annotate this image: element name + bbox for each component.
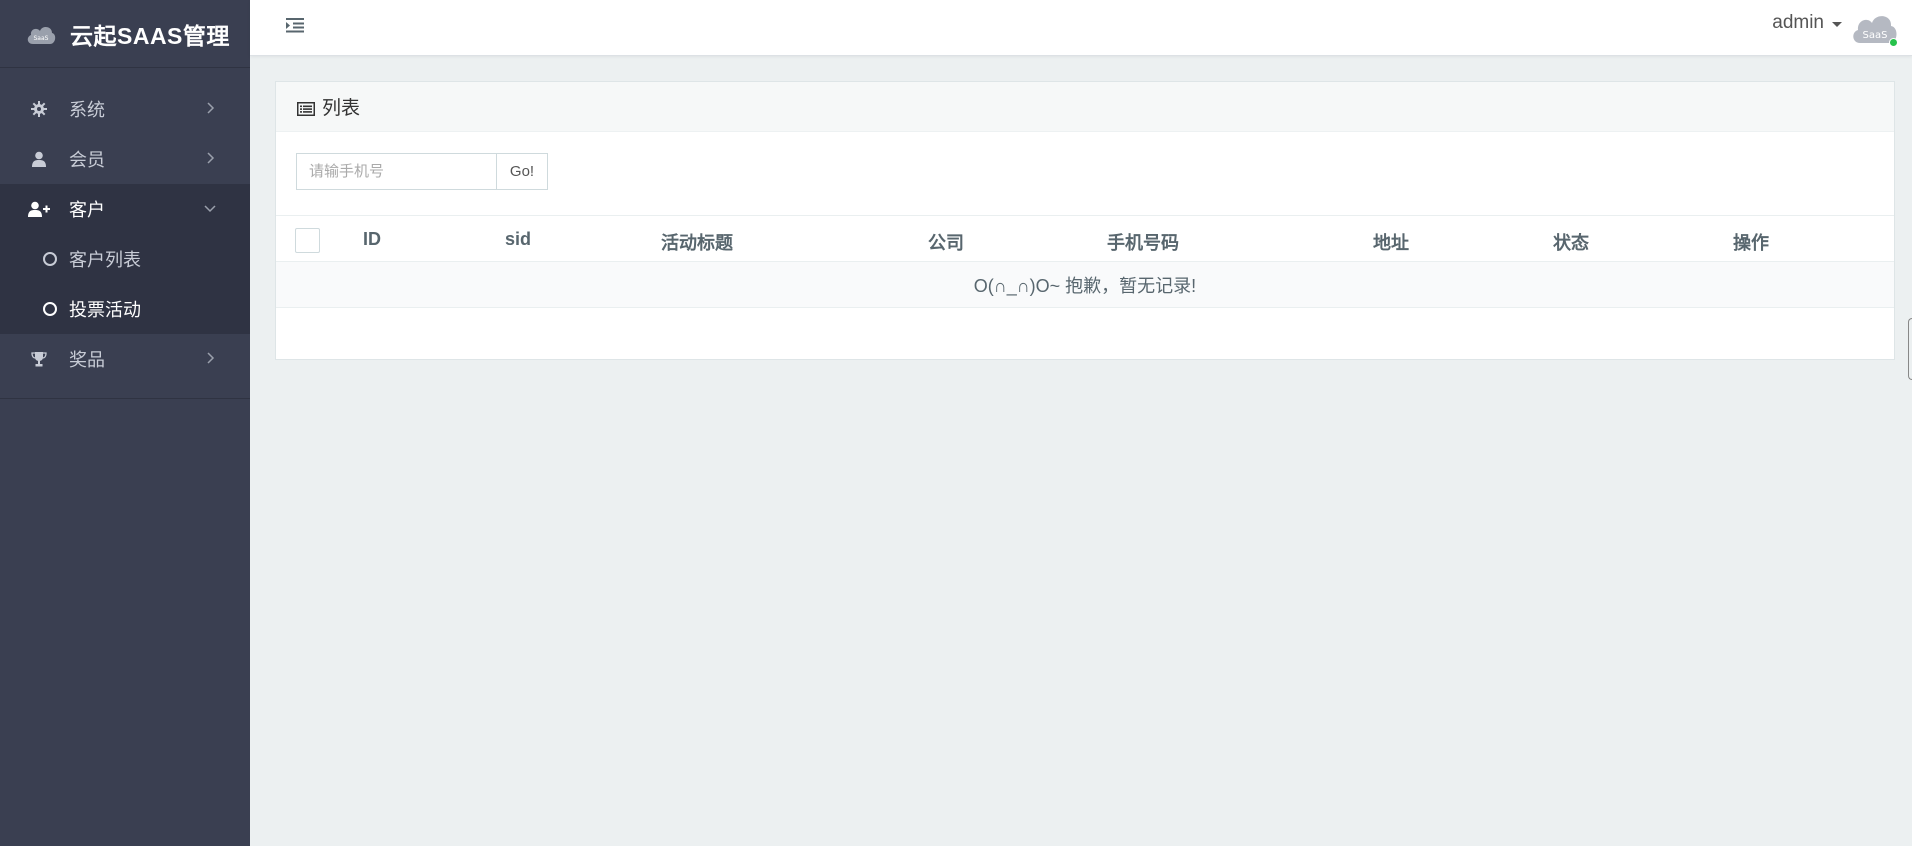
phone-search-input[interactable] bbox=[296, 153, 496, 190]
sidebar-item-prize[interactable]: 奖品 bbox=[0, 334, 250, 384]
table-header: ID sid 活动标题 公司 手机号码 地址 状态 操作 bbox=[276, 215, 1894, 262]
list-alt-icon bbox=[297, 100, 315, 116]
sidebar-menu: 系统 会员 客户 客户列表 投票活动 奖品 bbox=[0, 84, 250, 399]
caret-down-icon bbox=[1832, 21, 1842, 27]
app-title: 云起SAAS管理 bbox=[70, 22, 230, 49]
avatar[interactable]: SaaS bbox=[1850, 5, 1900, 47]
divider bbox=[0, 398, 250, 399]
go-button[interactable]: Go! bbox=[496, 153, 548, 190]
column-header-id[interactable]: ID bbox=[363, 229, 381, 250]
column-header-address[interactable]: 地址 bbox=[1373, 229, 1409, 255]
avatar-label: SaaS bbox=[1863, 30, 1888, 41]
brand: SaaS 云起SAAS管理 bbox=[0, 0, 250, 68]
column-header-actions[interactable]: 操作 bbox=[1733, 229, 1769, 255]
sidebar-submenu-customer: 客户列表 投票活动 bbox=[0, 234, 250, 334]
column-header-sid[interactable]: sid bbox=[505, 229, 531, 250]
empty-state-text: O(∩_∩)O~ 抱歉，暂无记录! bbox=[973, 275, 1197, 296]
sidebar-item-member[interactable]: 会员 bbox=[0, 134, 250, 184]
chevron-down-icon bbox=[202, 200, 218, 216]
user-menu[interactable]: admin bbox=[1772, 12, 1842, 34]
panel-heading: 列表 bbox=[276, 82, 1894, 132]
list-panel: 列表 Go! ID sid 活动标题 公司 手机号码 地址 状态 操作 O(∩_… bbox=[275, 81, 1895, 360]
sidebar-item-label: 客户列表 bbox=[69, 250, 141, 270]
menu-toggle-icon[interactable] bbox=[286, 16, 306, 34]
sidebar-item-label: 投票活动 bbox=[69, 300, 141, 320]
top-header: admin SaaS bbox=[250, 0, 1912, 56]
sidebar-item-label: 会员 bbox=[69, 150, 105, 170]
chevron-right-icon bbox=[202, 100, 218, 116]
user-icon bbox=[28, 148, 50, 170]
sidebar-item-customer-list[interactable]: 客户列表 bbox=[0, 234, 250, 284]
chevron-right-icon bbox=[202, 350, 218, 366]
trophy-icon bbox=[28, 348, 50, 370]
select-all-checkbox[interactable] bbox=[295, 228, 320, 253]
data-table: ID sid 活动标题 公司 手机号码 地址 状态 操作 O(∩_∩)O~ 抱歉… bbox=[276, 215, 1894, 308]
chevron-right-icon bbox=[202, 150, 218, 166]
username: admin bbox=[1772, 12, 1824, 33]
circle-icon bbox=[43, 302, 57, 316]
gear-icon bbox=[28, 98, 50, 120]
sidebar-item-system[interactable]: 系统 bbox=[0, 84, 250, 134]
svg-text:SaaS: SaaS bbox=[34, 35, 49, 42]
column-header-phone[interactable]: 手机号码 bbox=[1107, 229, 1179, 255]
side-handle[interactable] bbox=[1908, 318, 1912, 380]
column-header-status[interactable]: 状态 bbox=[1553, 229, 1589, 255]
sidebar-item-label: 客户 bbox=[69, 200, 105, 220]
empty-state-row: O(∩_∩)O~ 抱歉，暂无记录! bbox=[276, 262, 1894, 308]
search-group: Go! bbox=[296, 153, 548, 190]
cloud-logo-icon: SaaS bbox=[24, 21, 58, 47]
sidebar: SaaS 云起SAAS管理 系统 会员 客户 客户列表 投票活动 奖品 bbox=[0, 0, 250, 846]
circle-icon bbox=[43, 252, 57, 266]
sidebar-item-label: 奖品 bbox=[69, 350, 105, 370]
column-header-company[interactable]: 公司 bbox=[928, 229, 964, 255]
sidebar-item-vote-activity[interactable]: 投票活动 bbox=[0, 284, 250, 334]
online-status-dot bbox=[1889, 38, 1898, 47]
column-header-title[interactable]: 活动标题 bbox=[661, 229, 733, 255]
sidebar-item-label: 系统 bbox=[69, 100, 105, 120]
sidebar-item-customer[interactable]: 客户 bbox=[0, 184, 250, 234]
user-plus-icon bbox=[28, 198, 50, 220]
panel-title: 列表 bbox=[322, 98, 361, 119]
